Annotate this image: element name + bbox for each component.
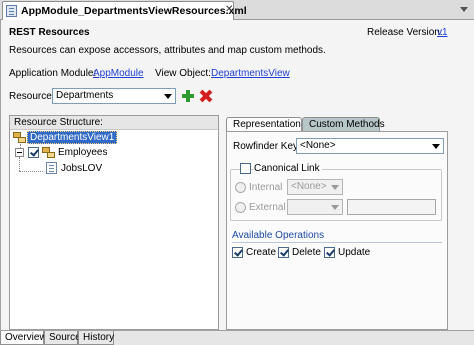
update-label: Update	[338, 247, 371, 258]
release-version-link[interactable]: v1	[437, 27, 448, 38]
xml-file-icon	[6, 5, 17, 17]
resource-select[interactable]: Departments	[52, 88, 176, 104]
document-tab[interactable]: AppModule_DepartmentsViewResources.xml ✕	[2, 1, 247, 20]
rowfinder-key-value: <None>	[300, 140, 336, 151]
delete-checkbox[interactable]	[278, 247, 289, 258]
section-divider	[232, 242, 442, 243]
view-object-link[interactable]: DepartmentsView	[211, 68, 290, 79]
delete-label: Delete	[292, 247, 321, 258]
collapse-node-icon[interactable]	[15, 148, 24, 157]
release-version-label: Release Version:	[367, 27, 443, 38]
page-title: REST Resources	[9, 27, 90, 38]
tab-source-label: Source	[49, 332, 81, 343]
accessor-node-icon	[42, 147, 55, 159]
tree-node-departmentsview1[interactable]: DepartmentsView1	[27, 131, 118, 144]
tab-history-label: History	[83, 332, 115, 343]
available-operations-title: Available Operations	[232, 230, 325, 241]
tab-source[interactable]: Source	[44, 331, 81, 345]
chevron-down-icon	[164, 94, 172, 99]
chevron-down-icon	[331, 185, 339, 190]
tab-custom-methods[interactable]: Custom Methods	[302, 117, 385, 132]
tree-node-employees[interactable]: Employees	[58, 147, 107, 158]
chevron-down-icon	[331, 205, 339, 210]
external-url-field[interactable]	[347, 199, 436, 215]
canonical-link-label: Canonical Link	[254, 163, 322, 174]
resource-select-value: Departments	[56, 90, 114, 101]
tab-history[interactable]: History	[78, 331, 114, 345]
update-checkbox[interactable]	[324, 247, 335, 258]
tab-list-dropdown-icon[interactable]	[458, 4, 470, 16]
internal-select-value: <None>	[291, 181, 327, 192]
canonical-link-checkbox[interactable]	[240, 163, 251, 174]
resource-structure-panel: Resource Structure: DepartmentsView1 Emp…	[9, 115, 219, 330]
rowfinder-key-label: Rowfinder Key:	[233, 141, 301, 152]
editor-tab-strip: AppModule_DepartmentsViewResources.xml ✕	[0, 0, 474, 20]
resource-structure-header: Resource Structure:	[10, 116, 218, 130]
tree-connector	[19, 171, 43, 172]
tab-representation-label: Representation	[233, 119, 301, 130]
application-module-label: Application Module:	[9, 68, 97, 79]
tab-overview[interactable]: Overview	[0, 331, 47, 345]
application-module-link[interactable]: AppModule	[93, 68, 144, 79]
add-resource-icon[interactable]	[181, 89, 195, 103]
view-object-label: View Object:	[155, 68, 211, 79]
resource-label: Resource:	[9, 91, 55, 102]
tree-node-jobslov[interactable]: JobsLOV	[61, 163, 102, 174]
external-select[interactable]	[287, 199, 343, 215]
rowfinder-key-select[interactable]: <None>	[296, 138, 444, 154]
external-radio[interactable]	[235, 202, 246, 213]
page-description: Resources can expose accessors, attribut…	[9, 45, 326, 56]
tab-custom-methods-label: Custom Methods	[309, 119, 385, 130]
chevron-down-icon	[432, 144, 440, 149]
view-object-node-icon	[13, 132, 26, 144]
create-label: Create	[246, 247, 277, 258]
lov-node-icon	[46, 162, 57, 174]
document-tab-title: AppModule_DepartmentsViewResources.xml	[21, 5, 247, 17]
internal-label: Internal	[249, 182, 283, 193]
internal-select[interactable]: <None>	[287, 179, 343, 195]
delete-resource-icon[interactable]	[199, 89, 213, 103]
tab-overview-label: Overview	[5, 332, 47, 343]
employees-checkbox[interactable]	[28, 147, 39, 158]
tab-representation[interactable]: Representation	[226, 117, 302, 132]
resource-structure-title: Resource Structure:	[14, 117, 103, 128]
tree-connector	[19, 157, 20, 171]
editor-bottom-tabs: Overview Source History	[0, 330, 474, 345]
close-tab-icon[interactable]: ✕	[225, 4, 233, 15]
internal-radio[interactable]	[235, 182, 246, 193]
external-label: External	[249, 202, 286, 213]
create-checkbox[interactable]	[232, 247, 243, 258]
